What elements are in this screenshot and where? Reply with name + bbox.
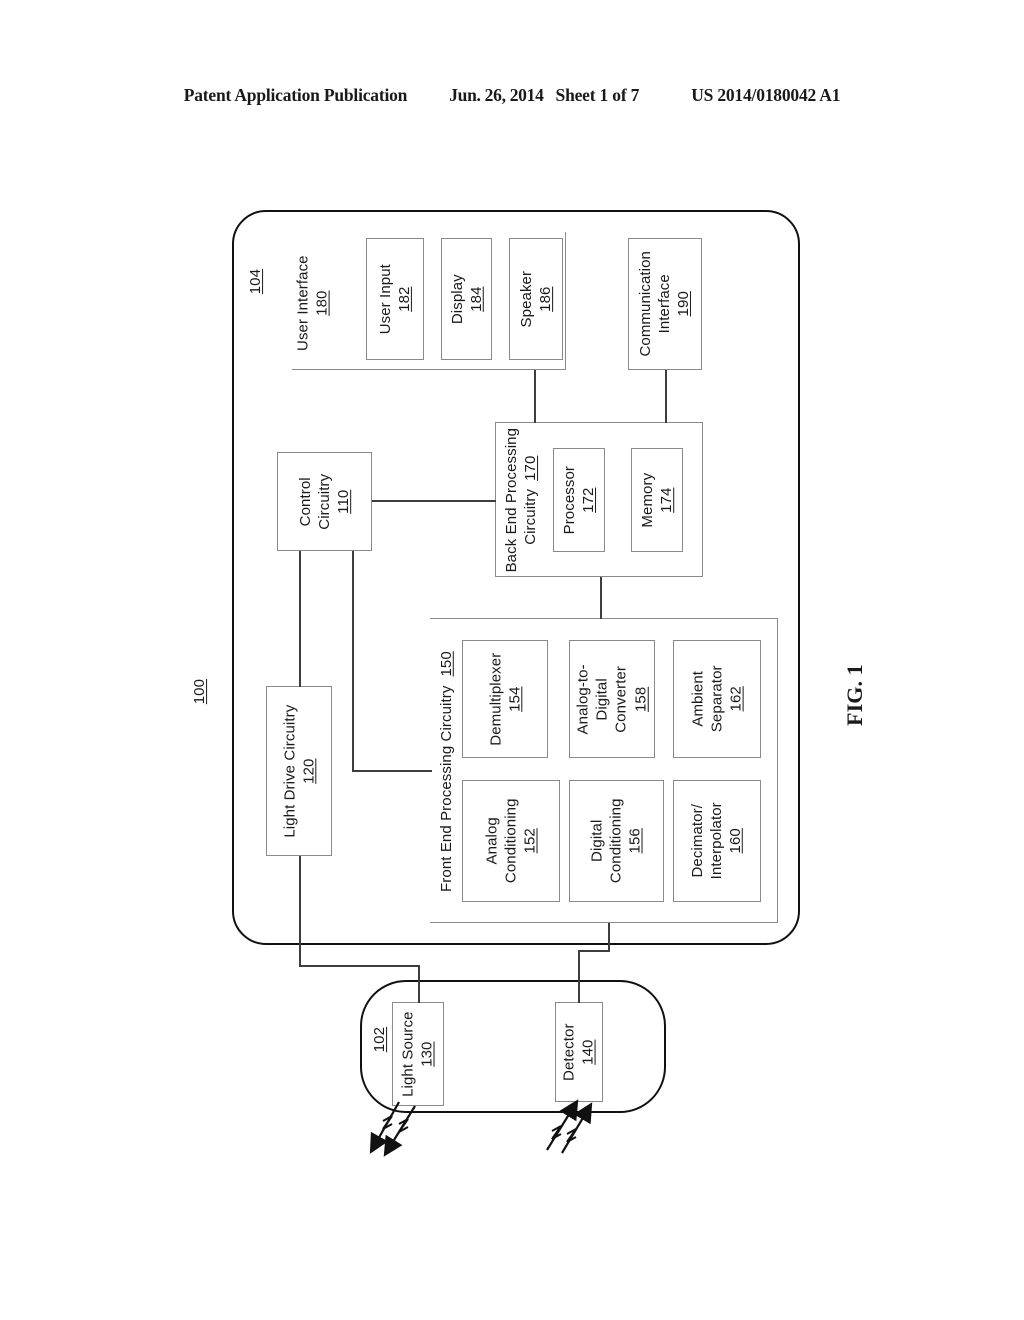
user-input-ref: 182: [396, 286, 414, 312]
connector-control-to-frontend-v: [352, 551, 354, 771]
analog-conditioning-title-line2: Conditioning: [502, 798, 520, 884]
light-source-ref: 130: [419, 1041, 437, 1067]
connector-lightdrive-across: [299, 965, 419, 967]
connector-ui-to-backend: [534, 370, 536, 423]
communication-interface-ref: 190: [675, 291, 693, 317]
demultiplexer-ref: 154: [506, 686, 523, 712]
front-end-title: Front End Processing Circuitry: [437, 685, 455, 893]
digital-conditioning-ref: 156: [627, 828, 645, 854]
ambient-separator-title-line1: Ambient: [689, 671, 707, 727]
light-drive-circuitry-ref: 120: [300, 758, 317, 784]
adc-title-line1: Analog-to-: [574, 663, 592, 735]
ambient-separator-title-line2: Separator: [708, 665, 726, 733]
connector-lightdrive-to-source: [418, 965, 420, 1003]
user-input-title: User Input: [376, 263, 394, 335]
control-circuitry-ref: 110: [335, 489, 353, 514]
display-ref: 184: [467, 286, 485, 312]
back-end-title-line1: Back End Processing: [502, 427, 520, 573]
decimator-interpolator-label: Decimator/ Interpolator 160: [673, 780, 761, 902]
connector-control-to-frontend-h: [352, 770, 432, 772]
connector-frontend-down: [608, 923, 610, 951]
display-label: Display 184: [441, 238, 492, 360]
light-source-title: Light Source: [399, 1011, 417, 1097]
speaker-ref: 186: [537, 286, 555, 312]
processor-ref: 172: [580, 487, 597, 513]
connector-frontend-to-backend: [600, 577, 602, 619]
connector-lightdrive-down: [299, 856, 301, 966]
back-end-ref: 170: [522, 455, 540, 481]
user-interface-ref: 180: [314, 290, 332, 316]
speaker-label: Speaker 186: [509, 238, 563, 360]
user-interface-label: User Interface 180: [290, 240, 336, 366]
detector-title: Detector: [560, 1023, 578, 1081]
memory-ref: 174: [658, 487, 675, 513]
speaker-title: Speaker: [517, 270, 535, 328]
back-end-processing-label: Back End Processing Circuitry 170: [498, 428, 544, 572]
adc-title-line3: Converter: [613, 665, 630, 733]
decimator-interpolator-ref: 160: [727, 828, 745, 854]
user-input-label: User Input 182: [366, 238, 424, 360]
demultiplexer-title: Demultiplexer: [486, 652, 504, 746]
user-interface-title: User Interface: [294, 255, 312, 351]
control-circuitry-title-line2: Circuitry: [315, 473, 333, 530]
decimator-interpolator-title-line2: Interpolator: [708, 802, 726, 880]
processor-title: Processor: [560, 465, 578, 535]
memory-label: Memory 174: [631, 448, 683, 552]
connector-frontend-to-detector: [578, 950, 580, 1003]
ref-104: 104: [247, 269, 265, 295]
figure-label: FIG. 1: [841, 664, 867, 726]
analog-conditioning-label: Analog Conditioning 152: [462, 780, 560, 902]
communication-interface-title-line2: Interface: [656, 274, 674, 334]
light-source-label: Light Source 130: [392, 1002, 444, 1106]
light-drive-circuitry-label: Light Drive Circuitry 120: [266, 686, 332, 856]
analog-conditioning-title-line1: Analog: [483, 817, 501, 865]
communication-interface-title-line1: Communication: [637, 251, 655, 357]
demultiplexer-label: Demultiplexer 154: [462, 640, 548, 758]
processor-label: Processor 172: [553, 448, 605, 552]
control-circuitry-title-line1: Control: [296, 476, 314, 527]
light-drive-circuitry-title: Light Drive Circuitry: [280, 704, 298, 838]
decimator-interpolator-title-line1: Decimator/: [689, 804, 707, 878]
connector-frontend-across: [578, 950, 610, 952]
ambient-separator-label: Ambient Separator 162: [673, 640, 761, 758]
adc-ref: 158: [632, 686, 650, 712]
ref-100: 100: [191, 679, 209, 705]
digital-conditioning-title-line1: Digital: [588, 819, 606, 863]
ambient-separator-ref: 162: [727, 686, 745, 712]
display-title: Display: [448, 274, 466, 324]
memory-title: Memory: [638, 472, 656, 528]
connector-comm-to-backend: [665, 370, 667, 423]
back-end-title-line2: Circuitry: [522, 488, 540, 545]
control-circuitry-label: Control Circuitry 110: [277, 452, 372, 551]
figure-1: 100 104 User Interface 180 User Input 18…: [0, 0, 1024, 1320]
adc-label: Analog-to- Digital Converter 158: [569, 640, 655, 758]
connector-control-to-backend: [372, 500, 496, 502]
connector-control-to-lightdrive: [299, 551, 301, 687]
front-end-processing-label: Front End Processing Circuitry 150: [428, 626, 464, 918]
detector-ref: 140: [580, 1039, 597, 1065]
adc-title-line2: Digital: [593, 677, 611, 721]
digital-conditioning-title-line2: Conditioning: [607, 798, 625, 884]
communication-interface-label: Communication Interface 190: [628, 238, 702, 370]
front-end-ref: 150: [437, 651, 455, 677]
detector-label: Detector 140: [555, 1002, 603, 1102]
digital-conditioning-label: Digital Conditioning 156: [569, 780, 664, 902]
analog-conditioning-ref: 152: [521, 828, 539, 854]
